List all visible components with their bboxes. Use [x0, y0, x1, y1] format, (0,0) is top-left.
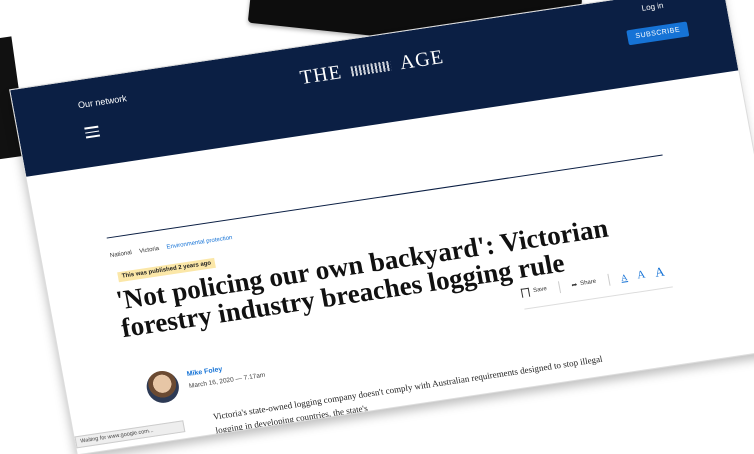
breadcrumb-victoria[interactable]: Victoria [139, 246, 160, 255]
share-button[interactable]: ➦ Share [571, 278, 597, 290]
font-size-small-button[interactable]: A [620, 272, 628, 283]
breadcrumb-environmental-protection[interactable]: Environmental protection [166, 235, 233, 251]
font-size-medium-button[interactable]: A [636, 268, 646, 281]
article-body: Victoria's state-owned logging company d… [212, 353, 604, 436]
save-label: Save [532, 286, 548, 295]
share-arrow-icon: ➦ [571, 281, 579, 290]
share-label: Share [579, 278, 597, 288]
breadcrumb-national[interactable]: National [110, 250, 133, 259]
login-link[interactable]: Log in [641, 1, 664, 13]
hamburger-menu-icon[interactable] [84, 125, 101, 138]
save-button[interactable]: Save [520, 285, 548, 298]
author-avatar[interactable] [144, 368, 182, 406]
crest-icon [350, 61, 393, 77]
browser-status-bar: Waiting for www.google.com... [74, 420, 186, 449]
author-name[interactable]: Mike Foley [186, 366, 223, 378]
bookmark-icon [520, 287, 531, 298]
browser-screen: Our network THE AGE Log in SUBSCRIBE Nat… [10, 0, 754, 454]
tools-separator [606, 273, 611, 286]
breadcrumb: National Victoria Environmental protecti… [110, 234, 239, 259]
tools-separator [557, 281, 561, 294]
logo-age: AGE [397, 45, 446, 75]
font-size-large-button[interactable]: A [654, 264, 666, 281]
logo-the: THE [298, 61, 344, 90]
